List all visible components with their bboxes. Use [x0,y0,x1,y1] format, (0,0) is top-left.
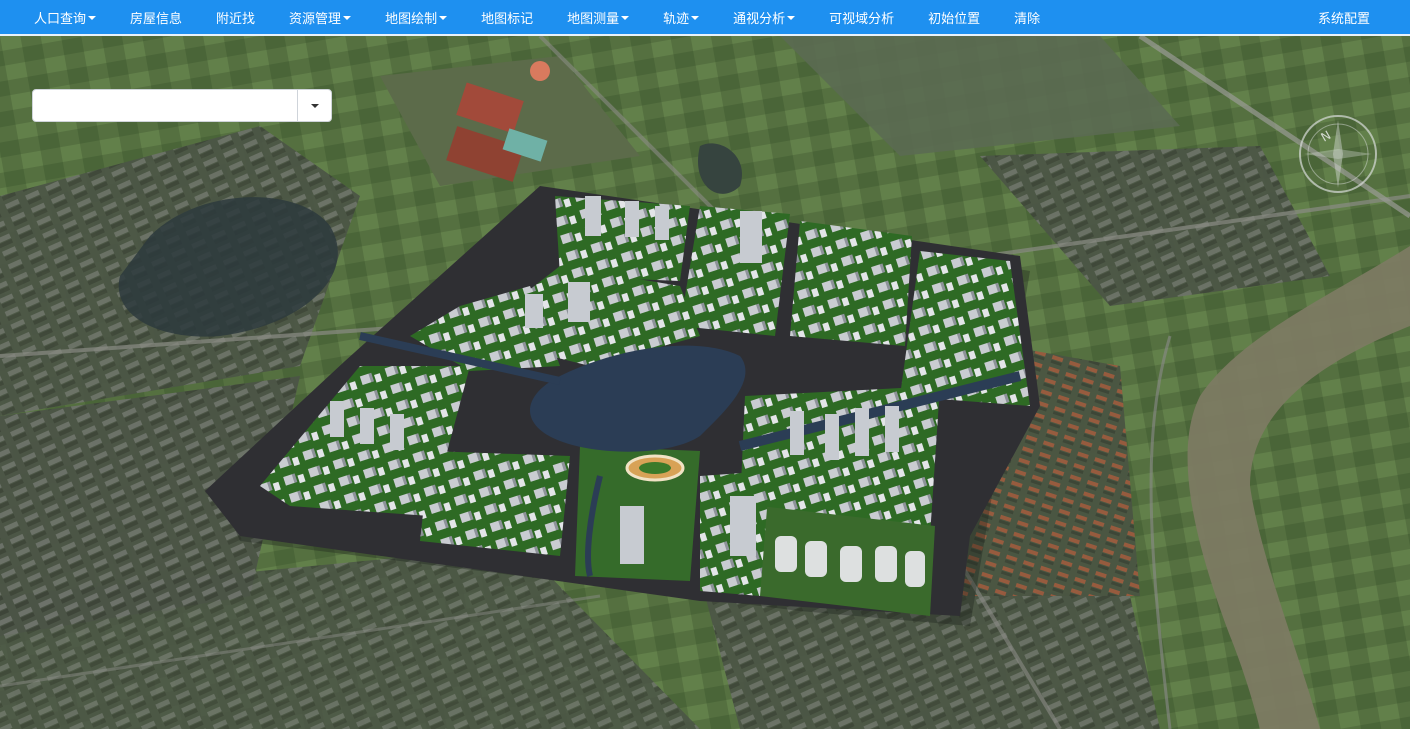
nav-item-label: 地图绘制 [385,11,438,27]
search-input[interactable] [33,90,297,121]
nav-item-label: 人口查询 [34,11,87,27]
map-app: 人口查询 房屋信息 附近找 资源管理 地图绘制 地图标记 地图测量 轨迹 通视分… [0,0,1410,729]
caret-down-icon [691,16,700,20]
nav-item-label: 通视分析 [733,11,786,27]
nav-item-track[interactable]: 轨迹 [646,0,716,34]
nav-item-map-marker[interactable]: 地图标记 [464,0,550,34]
caret-down-icon [621,16,630,20]
caret-down-icon [343,16,352,20]
nav-item-map-measure[interactable]: 地图测量 [550,0,646,34]
nav-item-label: 房屋信息 [130,11,183,27]
nav-item-system-config[interactable]: 系统配置 [1301,0,1410,34]
search-combobox [32,89,332,122]
compass-widget[interactable]: N [1296,112,1380,196]
nav-item-label: 轨迹 [663,11,690,27]
nav-item-line-of-sight[interactable]: 通视分析 [716,0,812,34]
nav-item-label: 附近找 [216,11,256,27]
caret-down-icon [88,16,97,20]
nav-item-nearby[interactable]: 附近找 [199,0,272,34]
nav-item-map-drawing[interactable]: 地图绘制 [368,0,464,34]
caret-down-icon [787,16,796,20]
compass-icon: N [1299,115,1377,193]
nav-item-resource-management[interactable]: 资源管理 [272,0,368,34]
satellite-terrain [0,36,1410,729]
nav-item-label: 清除 [1014,11,1041,27]
caret-down-icon [439,16,448,20]
nav-item-label: 可视域分析 [829,11,895,27]
nav-menu: 人口查询 房屋信息 附近找 资源管理 地图绘制 地图标记 地图测量 轨迹 通视分… [0,0,1057,34]
search-dropdown-button[interactable] [297,90,331,121]
nav-item-housing-info[interactable]: 房屋信息 [113,0,199,34]
nav-item-initial-position[interactable]: 初始位置 [911,0,997,34]
caret-down-icon [310,103,319,108]
nav-item-label: 资源管理 [289,11,342,27]
nav-item-label: 系统配置 [1317,11,1370,27]
map-viewport[interactable]: N [0,36,1410,729]
nav-item-label: 初始位置 [928,11,981,27]
nav-item-population-query[interactable]: 人口查询 [17,0,113,34]
nav-item-viewshed[interactable]: 可视域分析 [812,0,911,34]
top-navbar: 人口查询 房屋信息 附近找 资源管理 地图绘制 地图标记 地图测量 轨迹 通视分… [0,0,1410,36]
compass-north-label: N [1319,128,1334,145]
nav-item-label: 地图标记 [481,11,534,27]
nav-item-label: 地图测量 [567,11,620,27]
nav-item-clear[interactable]: 清除 [997,0,1057,34]
